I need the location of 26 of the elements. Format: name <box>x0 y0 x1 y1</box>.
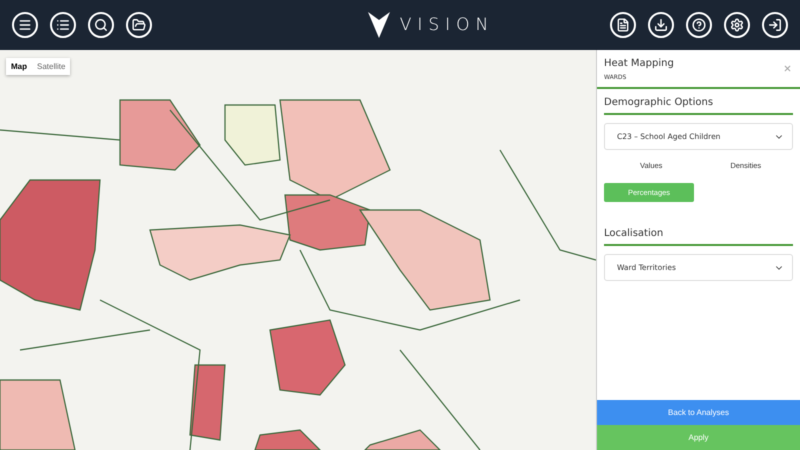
settings-button[interactable] <box>724 12 750 38</box>
map-drawing[interactable] <box>0 50 596 450</box>
search-icon <box>94 18 108 32</box>
settings-icon <box>730 18 744 32</box>
menu-icon <box>18 18 32 32</box>
folder-icon <box>132 18 146 32</box>
menu-button[interactable] <box>12 12 38 38</box>
map-type-tab[interactable]: Map <box>6 58 32 75</box>
download-button[interactable] <box>648 12 674 38</box>
logo-icon <box>368 12 390 38</box>
logo-text: VISION <box>400 15 494 35</box>
exit-button[interactable] <box>762 12 788 38</box>
download-icon <box>654 18 668 32</box>
panel-title: Heat Mapping <box>604 58 674 69</box>
help-button[interactable] <box>686 12 712 38</box>
section-heading: Localisation <box>604 228 793 246</box>
folder-button[interactable] <box>126 12 152 38</box>
section-heading: Demographic Options <box>604 97 793 115</box>
list-icon <box>56 18 70 32</box>
map-type-tab[interactable]: Satellite <box>32 58 70 75</box>
document-button[interactable] <box>610 12 636 38</box>
document-icon <box>616 18 630 32</box>
help-icon <box>692 18 706 32</box>
exit-icon <box>768 18 782 32</box>
search-button[interactable] <box>88 12 114 38</box>
list-button[interactable] <box>50 12 76 38</box>
